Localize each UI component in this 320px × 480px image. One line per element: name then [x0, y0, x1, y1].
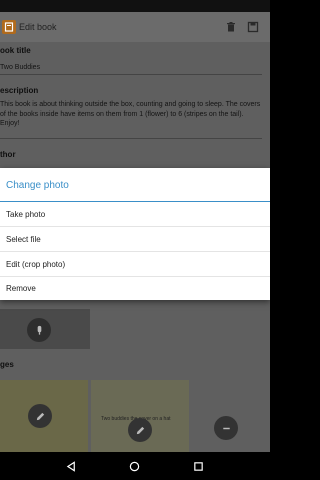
book-icon[interactable] [2, 20, 16, 34]
home-button[interactable] [125, 456, 145, 476]
title-field[interactable]: Two Buddies [0, 64, 40, 71]
pencil-icon [136, 426, 144, 434]
change-photo-dialog: Change photo Take photo Select file Edit… [0, 168, 270, 300]
cover-image-2[interactable]: Two buddies the cover on a hat [91, 380, 189, 452]
back-button[interactable] [62, 456, 82, 476]
remove-option[interactable]: Remove [0, 276, 270, 300]
status-bar [0, 0, 270, 12]
edit-image-button[interactable] [28, 404, 52, 428]
record-button[interactable] [27, 318, 51, 342]
cover-image-1[interactable] [0, 380, 88, 452]
microphone-icon [37, 325, 41, 335]
minus-icon [222, 427, 230, 429]
back-icon [66, 460, 76, 472]
recents-button[interactable] [188, 456, 208, 476]
page-title: Edit book [19, 22, 57, 32]
edit-image-button-2[interactable] [128, 418, 152, 442]
trash-icon [227, 22, 235, 32]
delete-button[interactable] [220, 16, 242, 38]
home-icon [130, 461, 140, 471]
audio-recorder [0, 309, 90, 349]
recents-icon [194, 461, 203, 471]
images-label: ges [0, 360, 14, 369]
title-label: ook title [0, 46, 31, 55]
description-field[interactable]: This book is about thinking outside the … [0, 100, 262, 129]
navigation-bar [0, 452, 270, 480]
save-button[interactable] [242, 16, 264, 38]
save-icon [247, 21, 259, 33]
description-label: escription [0, 86, 39, 95]
description-underline [0, 138, 262, 139]
pencil-icon [36, 412, 44, 420]
remove-image-button[interactable] [214, 416, 238, 440]
select-file-option[interactable]: Select file [0, 227, 270, 251]
title-underline [0, 74, 262, 75]
dialog-title: Change photo [6, 180, 69, 191]
take-photo-option[interactable]: Take photo [0, 202, 270, 226]
author-label: thor [0, 150, 16, 159]
edit-crop-option[interactable]: Edit (crop photo) [0, 252, 270, 276]
action-bar: Edit book [0, 12, 270, 42]
